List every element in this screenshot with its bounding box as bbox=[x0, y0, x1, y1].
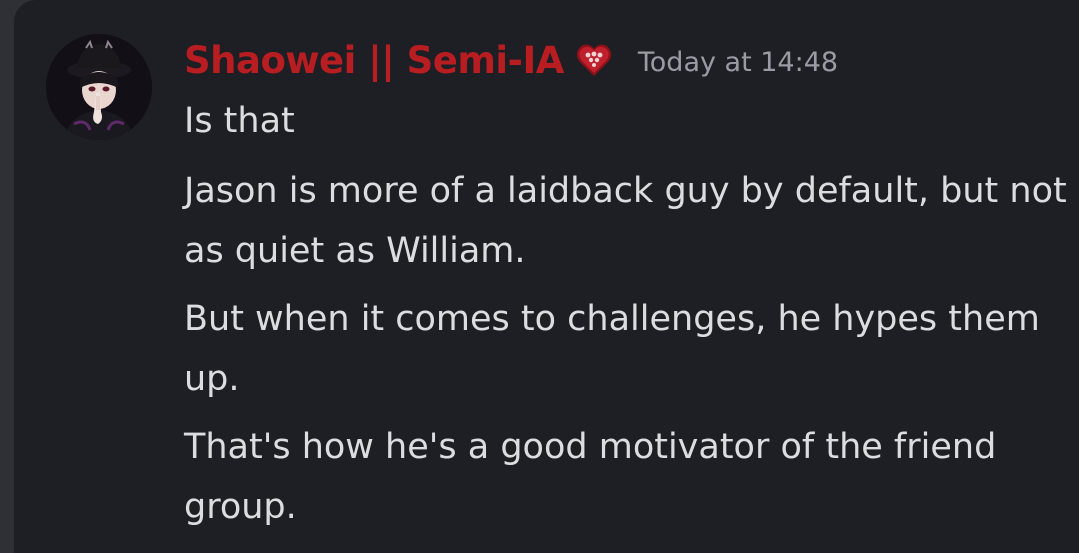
message-line[interactable]: Is that bbox=[184, 91, 1079, 151]
message-body: Is that Jason is more of a laidback guy … bbox=[184, 91, 1079, 545]
username[interactable]: Shaowei || Semi-IA bbox=[184, 39, 564, 82]
message-line[interactable]: Jason is more of a laidback guy by defau… bbox=[184, 161, 1079, 281]
chat-panel: Shaowei || Semi-IA Today at 14:48 Is tha… bbox=[14, 0, 1079, 553]
avatar-image bbox=[46, 34, 152, 140]
message-header: Shaowei || Semi-IA Today at 14:48 bbox=[184, 34, 838, 86]
avatar[interactable] bbox=[46, 34, 152, 140]
timestamp: Today at 14:48 bbox=[637, 46, 839, 78]
heart-badge-icon[interactable] bbox=[574, 40, 614, 80]
message-line[interactable]: That's how he's a good motivator of the … bbox=[184, 417, 1079, 537]
message-line[interactable]: But when it comes to challenges, he hype… bbox=[184, 289, 1079, 409]
